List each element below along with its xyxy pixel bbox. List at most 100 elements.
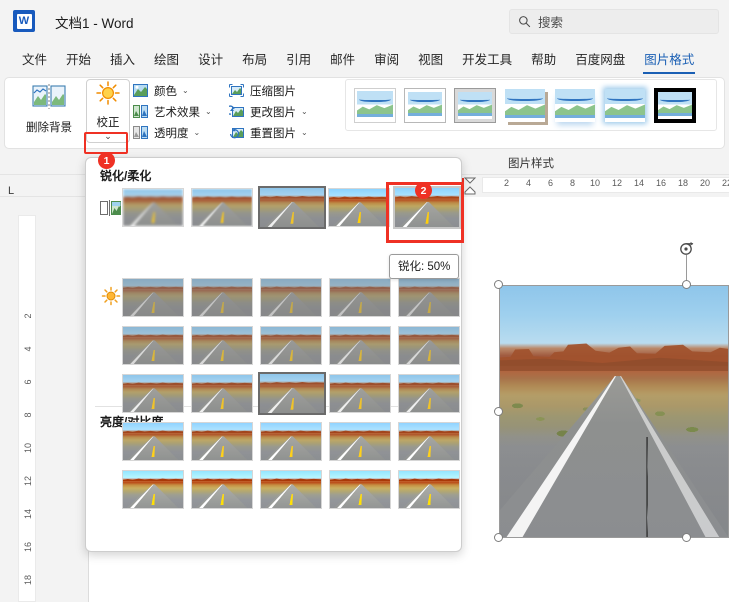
change-picture-button[interactable]: 更改图片 ⌄ xyxy=(229,101,337,122)
chevron-down-icon[interactable]: ⌄ xyxy=(194,128,201,137)
tab-developer[interactable]: 开发工具 xyxy=(454,46,520,72)
bc-cell-r4c2[interactable] xyxy=(191,422,253,461)
bc-cell-r5c3[interactable] xyxy=(260,470,322,509)
rotate-icon[interactable] xyxy=(678,240,696,258)
horizontal-ruler[interactable]: 2 4 6 8 10 12 14 16 18 20 22 24 xyxy=(460,175,729,195)
tab-mailings[interactable]: 邮件 xyxy=(322,46,363,72)
handle-middle-left[interactable] xyxy=(494,407,503,416)
indent-markers[interactable] xyxy=(462,176,478,195)
picture-style-2[interactable] xyxy=(402,86,448,124)
bc-cell-r2c2[interactable] xyxy=(191,326,253,365)
sharpen-thumb-soften-25[interactable] xyxy=(191,188,253,227)
thumb-photo xyxy=(192,189,252,226)
thumb-photo xyxy=(330,279,390,316)
bc-cell-r3c2[interactable] xyxy=(191,374,253,413)
tab-insert[interactable]: 插入 xyxy=(102,46,143,72)
selected-picture[interactable] xyxy=(499,285,729,538)
sharpen-thumb-normal-0[interactable] xyxy=(258,186,326,229)
tab-help[interactable]: 帮助 xyxy=(523,46,564,72)
bc-cell-r3c3-selected[interactable] xyxy=(258,372,326,415)
bc-cell-r2c4[interactable] xyxy=(329,326,391,365)
thumb-photo xyxy=(192,375,252,412)
vertical-ruler[interactable]: 2 4 6 8 10 12 14 16 18 20 22 xyxy=(18,215,36,602)
bc-cell-r3c4[interactable] xyxy=(329,374,391,413)
corrections-button[interactable]: 校正 ⌄ xyxy=(86,79,130,143)
tab-picture-format[interactable]: 图片格式 xyxy=(636,46,702,74)
handle-top-left[interactable] xyxy=(494,280,503,289)
mesa-silhouette xyxy=(330,478,390,481)
tab-view[interactable]: 视图 xyxy=(410,46,451,72)
tab-review[interactable]: 审阅 xyxy=(366,46,407,72)
tab-stop-selector[interactable]: L xyxy=(8,185,22,199)
bc-cell-r5c1[interactable] xyxy=(122,470,184,509)
color-button[interactable]: 颜色 ⌄ xyxy=(133,80,229,101)
handle-bottom-left[interactable] xyxy=(494,533,503,542)
bc-cell-r5c4[interactable] xyxy=(329,470,391,509)
transparency-button[interactable]: 透明度 ⌄ xyxy=(133,122,229,143)
thumb-photo xyxy=(123,375,183,412)
mesa-silhouette xyxy=(192,382,252,385)
bc-cell-r2c1[interactable] xyxy=(122,326,184,365)
sharpen-soften-icon xyxy=(100,199,122,217)
corrections-dropdown-panel[interactable]: 锐化/柔化 亮度/对比度 xyxy=(85,157,462,552)
picture-style-4[interactable] xyxy=(502,86,548,124)
bc-cell-r3c1[interactable] xyxy=(122,374,184,413)
chevron-down-icon[interactable]: ⌄ xyxy=(88,131,128,142)
sharpen-soften-section-title: 锐化/柔化 xyxy=(100,169,152,183)
tab-baidu-netdisk[interactable]: 百度网盘 xyxy=(567,46,633,72)
picture-style-7[interactable] xyxy=(652,86,698,124)
reset-picture-icon xyxy=(229,126,248,139)
picture-styles-gallery[interactable] xyxy=(345,79,717,131)
mesa-silhouette xyxy=(123,334,183,337)
tab-file[interactable]: 文件 xyxy=(14,46,55,72)
search-icon xyxy=(510,15,538,28)
chevron-down-icon[interactable]: ⌄ xyxy=(182,86,189,95)
bc-cell-r2c5[interactable] xyxy=(398,326,460,365)
picture-style-3[interactable] xyxy=(452,86,498,124)
picture-style-5[interactable] xyxy=(552,86,598,124)
chevron-down-icon[interactable]: ⌄ xyxy=(301,128,308,137)
picture-style-1[interactable] xyxy=(352,86,398,124)
search-input[interactable]: 搜索 xyxy=(538,12,563,31)
bc-cell-r5c5[interactable] xyxy=(398,470,460,509)
artistic-effects-button[interactable]: 艺术效果 ⌄ xyxy=(133,101,229,122)
thumb-photo xyxy=(123,327,183,364)
handle-top-center[interactable] xyxy=(682,280,691,289)
sharpen-thumb-soften-50[interactable] xyxy=(122,188,184,227)
remove-background-button[interactable]: 删除背景 xyxy=(14,79,84,141)
reset-picture-button[interactable]: 重置图片 ⌄ xyxy=(229,122,337,143)
mesa-silhouette xyxy=(330,382,390,385)
corrections-label: 校正 xyxy=(96,117,120,129)
chevron-down-icon[interactable]: ⌄ xyxy=(205,107,212,116)
chevron-down-icon[interactable]: ⌄ xyxy=(301,107,308,116)
bc-cell-r1c1[interactable] xyxy=(122,278,184,317)
bc-cell-r1c3[interactable] xyxy=(260,278,322,317)
bc-cell-r2c3[interactable] xyxy=(260,326,322,365)
brightness-contrast-sun-icon xyxy=(100,286,122,306)
hruler-num-2: 2 xyxy=(504,178,510,188)
mesa-silhouette xyxy=(123,430,183,433)
bc-cell-r4c3[interactable] xyxy=(260,422,322,461)
compress-pictures-button[interactable]: 压缩图片 xyxy=(229,80,337,101)
bc-cell-r5c2[interactable] xyxy=(191,470,253,509)
tab-design[interactable]: 设计 xyxy=(190,46,231,72)
bc-cell-r4c1[interactable] xyxy=(122,422,184,461)
transparency-label: 透明度 xyxy=(154,127,189,140)
mesa-silhouette xyxy=(123,286,183,289)
bc-cell-r1c2[interactable] xyxy=(191,278,253,317)
tab-references[interactable]: 引用 xyxy=(278,46,319,72)
bc-cell-r3c5[interactable] xyxy=(398,374,460,413)
ribbon: 删除背景 校正 ⌄ 颜色 ⌄ 艺术效果 ⌄ 透明度 ⌄ 压缩图片 更改图片 ⌄ … xyxy=(0,74,729,212)
bc-cell-r4c5[interactable] xyxy=(398,422,460,461)
search-box[interactable]: 搜索 xyxy=(509,9,719,34)
tab-layout[interactable]: 布局 xyxy=(234,46,275,72)
picture-style-6[interactable] xyxy=(602,86,648,124)
handle-bottom-center[interactable] xyxy=(682,533,691,542)
bc-cell-r1c5[interactable] xyxy=(398,278,460,317)
tab-draw[interactable]: 绘图 xyxy=(146,46,187,72)
tab-home[interactable]: 开始 xyxy=(58,46,99,72)
vruler-num-10: 10 xyxy=(23,443,33,454)
bc-cell-r4c4[interactable] xyxy=(329,422,391,461)
bc-cell-r1c4[interactable] xyxy=(329,278,391,317)
sharpen-thumb-sharpen-25[interactable] xyxy=(328,188,390,227)
